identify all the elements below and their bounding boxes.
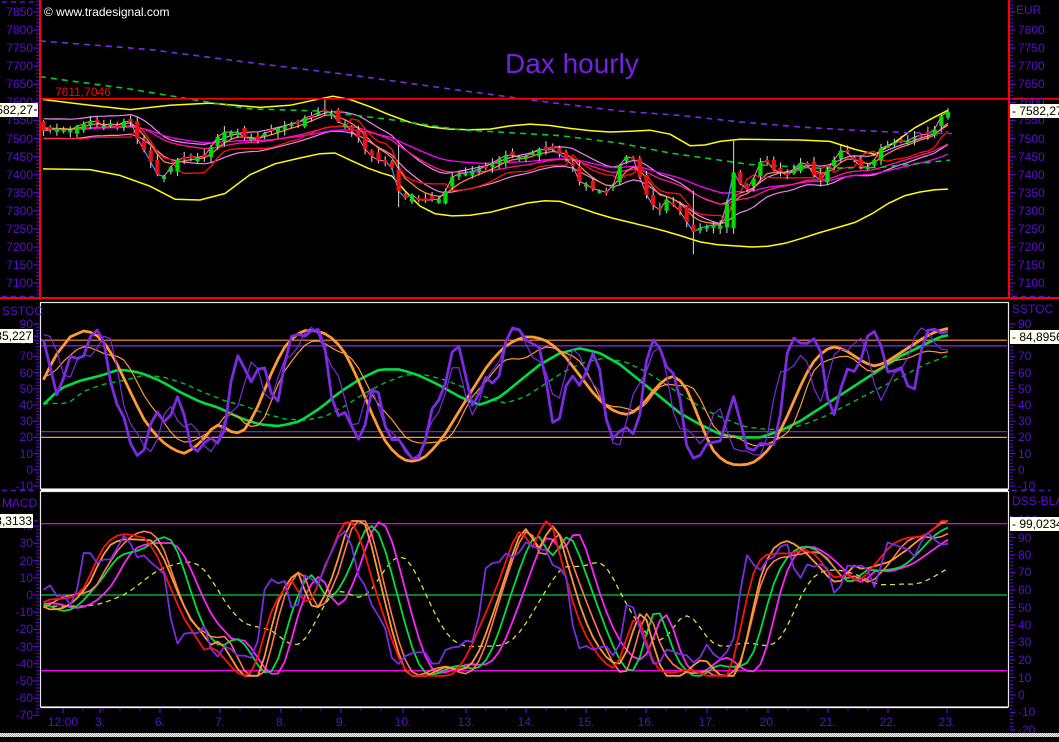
svg-text:7450: 7450: [6, 150, 33, 164]
svg-text:7100: 7100: [1018, 276, 1045, 290]
svg-text:60: 60: [1018, 366, 1032, 380]
svg-text:30: 30: [1018, 414, 1032, 428]
svg-text:7850: 7850: [6, 5, 33, 19]
svg-text:10.: 10.: [395, 715, 412, 729]
svg-text:7500: 7500: [6, 132, 33, 146]
svg-text:EUR: EUR: [1016, 3, 1042, 17]
svg-text:7650: 7650: [6, 77, 33, 91]
svg-text:-50: -50: [16, 674, 34, 688]
svg-text:8.: 8.: [276, 715, 286, 729]
svg-text:21.: 21.: [820, 715, 837, 729]
svg-text:14.: 14.: [518, 715, 535, 729]
svg-text:50: 50: [1018, 382, 1032, 396]
svg-text:7350: 7350: [6, 186, 33, 200]
svg-text:30: 30: [1018, 635, 1032, 649]
svg-text:10: 10: [20, 447, 34, 461]
svg-text:20: 20: [1018, 430, 1032, 444]
svg-text:582,27: 582,27: [0, 103, 33, 117]
svg-text:7700: 7700: [6, 59, 33, 73]
svg-text:7400: 7400: [6, 168, 33, 182]
svg-text:85,227: 85,227: [0, 329, 32, 343]
svg-text:7300: 7300: [6, 204, 33, 218]
svg-text:70: 70: [20, 349, 34, 363]
svg-text:-40: -40: [16, 657, 34, 671]
svg-text:90: 90: [1018, 531, 1032, 545]
svg-text:7150: 7150: [1018, 258, 1045, 272]
svg-text:MACD: MACD: [2, 496, 38, 510]
svg-text:30: 30: [20, 414, 34, 428]
svg-text:- 84,8956: - 84,8956: [1012, 330, 1059, 344]
svg-text:SSTOC: SSTOC: [1012, 302, 1053, 316]
svg-text:17.: 17.: [699, 715, 716, 729]
svg-text:SSTOC: SSTOC: [2, 304, 43, 318]
svg-text:23.: 23.: [939, 715, 956, 729]
svg-text:7400: 7400: [1018, 168, 1045, 182]
svg-text:7750: 7750: [1018, 41, 1045, 55]
svg-text:7300: 7300: [1018, 204, 1045, 218]
svg-text:7200: 7200: [1018, 240, 1045, 254]
svg-text:7150: 7150: [6, 258, 33, 272]
svg-text:60: 60: [20, 366, 34, 380]
svg-text:7200: 7200: [6, 240, 33, 254]
svg-text:15.: 15.: [578, 715, 595, 729]
svg-text:-10: -10: [1018, 705, 1036, 719]
svg-text:90: 90: [1018, 317, 1032, 331]
svg-text:© www.tradesignal.com: © www.tradesignal.com: [44, 5, 170, 19]
svg-text:-10: -10: [16, 605, 34, 619]
svg-text:80: 80: [1018, 548, 1032, 562]
svg-text:7750: 7750: [6, 41, 33, 55]
svg-text:50: 50: [1018, 601, 1032, 615]
svg-text:70: 70: [1018, 349, 1032, 363]
svg-text:50: 50: [20, 382, 34, 396]
svg-text:10: 10: [1018, 447, 1032, 461]
svg-text:7500: 7500: [1018, 132, 1045, 146]
svg-text:0: 0: [26, 588, 33, 602]
svg-text:-20: -20: [16, 622, 34, 636]
svg-text:20: 20: [1018, 653, 1032, 667]
svg-text:7611,7046: 7611,7046: [55, 85, 111, 99]
svg-text:60: 60: [1018, 583, 1032, 597]
svg-text:6.: 6.: [155, 715, 165, 729]
svg-text:16.: 16.: [638, 715, 655, 729]
svg-text:7650: 7650: [1018, 77, 1045, 91]
svg-text:DSS-BLA: DSS-BLA: [1012, 494, 1059, 508]
svg-text:7350: 7350: [1018, 186, 1045, 200]
svg-text:40: 40: [1018, 398, 1032, 412]
svg-text:10: 10: [20, 571, 34, 585]
svg-text:20: 20: [20, 554, 34, 568]
svg-text:- 7582,27: - 7582,27: [1012, 104, 1059, 118]
svg-text:7.: 7.: [215, 715, 225, 729]
svg-text:10: 10: [1018, 671, 1032, 685]
svg-text:0: 0: [1018, 688, 1025, 702]
svg-text:70: 70: [1018, 565, 1032, 579]
svg-text:-60: -60: [16, 691, 34, 705]
svg-text:20.: 20.: [760, 715, 777, 729]
svg-text:40: 40: [20, 398, 34, 412]
svg-text:22.: 22.: [880, 715, 897, 729]
svg-text:7700: 7700: [1018, 59, 1045, 73]
svg-text:3,3133: 3,3133: [0, 514, 32, 528]
svg-text:30: 30: [20, 536, 34, 550]
svg-text:-70: -70: [16, 708, 34, 722]
svg-text:7250: 7250: [6, 222, 33, 236]
svg-text:Dax hourly: Dax hourly: [505, 48, 639, 79]
svg-text:0: 0: [1018, 463, 1025, 477]
svg-text:7450: 7450: [1018, 150, 1045, 164]
svg-text:-30: -30: [16, 640, 34, 654]
svg-text:13.: 13.: [458, 715, 475, 729]
svg-text:20: 20: [20, 430, 34, 444]
svg-text:7800: 7800: [6, 23, 33, 37]
svg-text:40: 40: [1018, 618, 1032, 632]
svg-text:12:00: 12:00: [48, 715, 78, 729]
svg-text:3.: 3.: [95, 715, 105, 729]
svg-text:0: 0: [26, 463, 33, 477]
svg-text:- 99,0234: - 99,0234: [1012, 517, 1059, 531]
svg-text:7800: 7800: [1018, 23, 1045, 37]
svg-text:7250: 7250: [1018, 222, 1045, 236]
svg-text:9.: 9.: [336, 715, 346, 729]
svg-text:7100: 7100: [6, 276, 33, 290]
